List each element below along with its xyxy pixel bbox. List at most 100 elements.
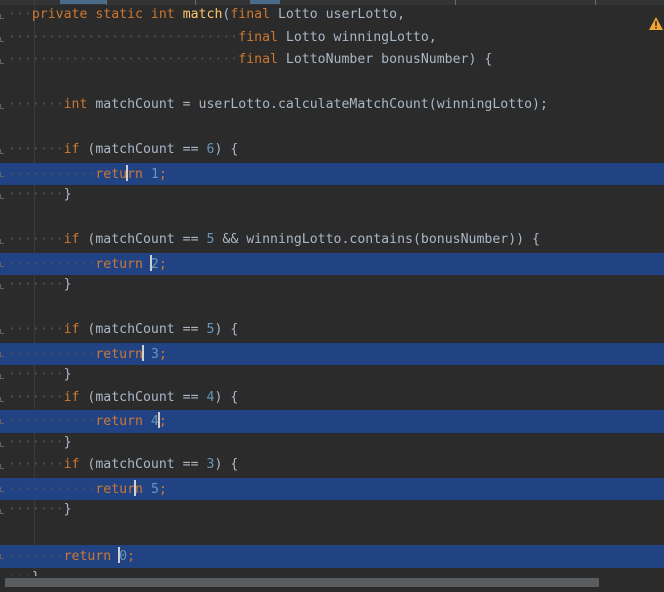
- code-token: ) {: [214, 142, 239, 157]
- code-token: 5: [150, 481, 159, 497]
- code-line-text: ·······return 0;: [8, 547, 135, 564]
- code-line-text: ···········return 4;: [8, 412, 167, 429]
- whitespace-marker: ···········: [8, 414, 96, 429]
- code-token: ;: [158, 481, 167, 497]
- code-token: if: [63, 142, 88, 157]
- fold-marker[interactable]: [0, 239, 4, 244]
- code-token: return: [95, 414, 151, 429]
- code-editor[interactable]: ···private static int match(final Lotto …: [0, 0, 664, 592]
- whitespace-marker: ···········: [8, 346, 96, 362]
- fold-marker[interactable]: [0, 171, 4, 177]
- code-token: return: [63, 549, 120, 564]
- whitespace-marker: ·······: [8, 367, 64, 382]
- fold-marker[interactable]: [0, 464, 4, 469]
- code-line[interactable]: ·······if (matchCount == 5 && winningLot…: [0, 230, 664, 253]
- fold-marker[interactable]: [0, 104, 4, 109]
- code-line[interactable]: ···········return 5;: [0, 477, 664, 500]
- code-line[interactable]: [0, 298, 664, 321]
- code-line[interactable]: ·······return 0;: [0, 545, 664, 568]
- whitespace-marker: ···········: [8, 256, 96, 272]
- code-line[interactable]: ·······if (matchCount == 3) {: [0, 455, 664, 478]
- fold-marker[interactable]: [0, 396, 4, 402]
- code-token: ;: [158, 346, 167, 362]
- whitespace-marker: ·······: [8, 277, 64, 292]
- fold-marker[interactable]: [0, 59, 4, 64]
- code-line-text: ···········return 5;: [8, 479, 167, 497]
- warning-icon[interactable]: [648, 16, 664, 32]
- code-line[interactable]: ·······}: [0, 500, 664, 523]
- fold-marker[interactable]: [0, 284, 4, 289]
- fold-marker[interactable]: [0, 351, 4, 357]
- code-line-text: ·····························final Lotto…: [8, 52, 492, 67]
- code-token: int: [63, 97, 96, 112]
- fold-marker[interactable]: [0, 149, 4, 154]
- fold-gutter[interactable]: [0, 0, 5, 592]
- whitespace-marker: ·····························: [8, 52, 239, 67]
- code-token: (matchCount ==: [87, 232, 207, 247]
- code-line[interactable]: ···private static int match(final Lotto …: [0, 5, 664, 28]
- code-line[interactable]: ···········return 4;: [0, 410, 664, 433]
- code-line-text: ·······}: [8, 502, 72, 517]
- code-token: if: [63, 322, 88, 337]
- fold-marker[interactable]: [0, 554, 4, 559]
- code-line[interactable]: ·····························final Lotto…: [0, 50, 664, 73]
- fold-marker[interactable]: [0, 36, 4, 42]
- code-line[interactable]: ·······}: [0, 275, 664, 298]
- code-token: Lotto userLotto,: [277, 7, 406, 22]
- whitespace-marker: ·······: [8, 549, 64, 564]
- code-token: }: [63, 277, 72, 292]
- code-token: if: [63, 232, 88, 247]
- code-line-text: ·······if (matchCount == 6) {: [8, 142, 238, 157]
- code-token: if: [63, 389, 88, 405]
- code-line[interactable]: ·······}: [0, 185, 664, 208]
- code-token: 3: [150, 346, 159, 362]
- code-token: (matchCount ==: [87, 457, 207, 472]
- fold-marker[interactable]: [0, 441, 4, 447]
- code-line-text: ·······}: [8, 367, 72, 382]
- code-token: n: [135, 481, 151, 497]
- fold-marker[interactable]: [0, 194, 4, 199]
- code-token: ;: [127, 549, 136, 564]
- code-line[interactable]: ·······if (matchCount == 4) {: [0, 388, 664, 411]
- fold-marker[interactable]: [0, 486, 4, 492]
- code-line[interactable]: ·······if (matchCount == 5) {: [0, 320, 664, 343]
- code-line[interactable]: ·······}: [0, 365, 664, 388]
- code-token: rn: [127, 166, 151, 182]
- code-line[interactable]: ···········return 3;: [0, 342, 664, 365]
- fold-marker[interactable]: [0, 419, 4, 424]
- whitespace-marker: ·······: [8, 97, 64, 112]
- code-line[interactable]: ·······int matchCount = userLotto.calcul…: [0, 95, 664, 118]
- code-line-text: ·····························final Lotto…: [8, 30, 437, 45]
- fold-marker[interactable]: [0, 374, 4, 379]
- code-token: && winningLotto.contains(bonusNumber)) {: [214, 232, 540, 247]
- code-token: final: [238, 29, 286, 45]
- fold-marker[interactable]: [0, 509, 4, 514]
- fold-marker[interactable]: [0, 261, 4, 267]
- code-line[interactable]: ·······}: [0, 433, 664, 456]
- code-line[interactable]: ···········return 1;: [0, 162, 664, 185]
- code-token: LottoNumber bonusNumber) {: [285, 52, 493, 67]
- code-token: retu: [95, 166, 128, 182]
- code-token: }: [63, 187, 72, 202]
- code-line[interactable]: [0, 118, 664, 141]
- code-token: Lotto winningLotto,: [285, 29, 437, 45]
- code-line-text: ···········return 1;: [8, 164, 167, 182]
- code-line-text: ···private static int match(final Lotto …: [8, 7, 405, 22]
- code-line[interactable]: [0, 208, 664, 231]
- code-token: ;: [158, 166, 167, 182]
- code-token: match: [182, 7, 223, 22]
- code-token: private static int: [31, 7, 183, 22]
- code-token: ;: [158, 256, 167, 272]
- code-line[interactable]: ·······if (matchCount == 6) {: [0, 140, 664, 163]
- code-line-text: ·······if (matchCount == 5 && winningLot…: [8, 232, 540, 247]
- horizontal-scrollbar-thumb[interactable]: [5, 578, 599, 587]
- code-token: (matchCount ==: [87, 389, 207, 405]
- code-line[interactable]: [0, 73, 664, 96]
- code-token: }: [63, 502, 72, 517]
- fold-marker[interactable]: [0, 14, 4, 19]
- fold-marker[interactable]: [0, 329, 4, 334]
- code-line[interactable]: ···········return 2;: [0, 252, 664, 275]
- code-token: ) {: [214, 389, 239, 405]
- code-line[interactable]: [0, 523, 664, 546]
- code-line[interactable]: ·····························final Lotto…: [0, 28, 664, 51]
